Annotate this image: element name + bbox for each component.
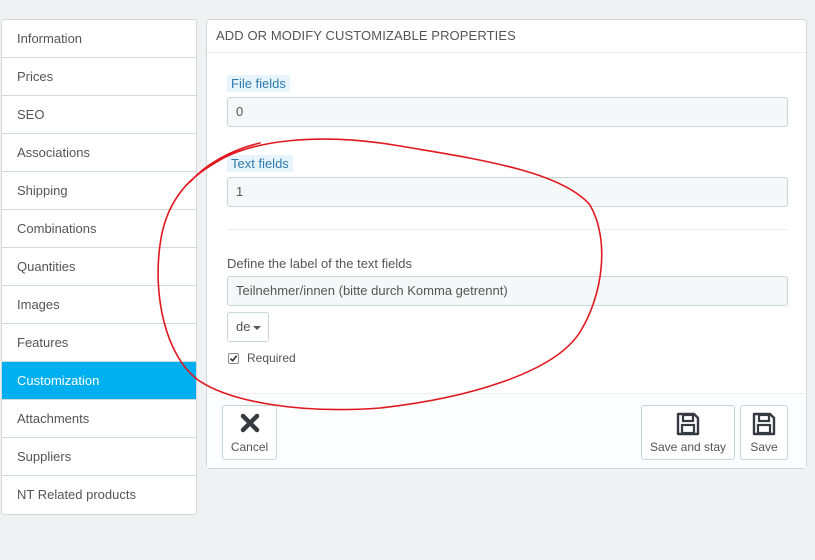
- sidebar-item-suppliers[interactable]: Suppliers: [2, 438, 196, 476]
- required-checkbox[interactable]: [228, 353, 239, 364]
- sidebar-item-combinations[interactable]: Combinations: [2, 210, 196, 248]
- language-value: de: [236, 319, 251, 334]
- save-label: Save: [750, 440, 778, 454]
- caret-down-icon: [253, 325, 262, 330]
- floppy-disk-icon: [741, 412, 787, 440]
- panel-title: ADD OR MODIFY CUSTOMIZABLE PROPERTIES: [207, 20, 806, 53]
- language-dropdown[interactable]: de: [227, 312, 269, 342]
- sidebar-item-nt-related-products[interactable]: NT Related products: [2, 476, 196, 514]
- sidebar-item-features[interactable]: Features: [2, 324, 196, 362]
- cancel-label: Cancel: [230, 440, 269, 454]
- text-field-label-input[interactable]: Teilnehmer/innen (bitte durch Komma getr…: [227, 276, 788, 306]
- product-tabs-sidebar: Information Prices SEO Associations Ship…: [1, 19, 197, 515]
- sidebar-item-associations[interactable]: Associations: [2, 134, 196, 172]
- save-and-stay-label: Save and stay: [649, 440, 727, 454]
- sidebar-item-information[interactable]: Information: [2, 20, 196, 58]
- cancel-button[interactable]: Cancel: [222, 405, 277, 460]
- save-button[interactable]: Save: [740, 405, 788, 460]
- text-fields-input[interactable]: 1: [227, 177, 788, 207]
- sidebar-item-attachments[interactable]: Attachments: [2, 400, 196, 438]
- floppy-disk-icon: [642, 412, 734, 440]
- required-label: Required: [247, 351, 296, 365]
- close-icon: [223, 412, 276, 440]
- text-field-label-heading: Define the label of the text fields: [227, 256, 413, 271]
- sidebar-item-customization[interactable]: Customization: [2, 362, 196, 400]
- sidebar-item-images[interactable]: Images: [2, 286, 196, 324]
- sidebar-item-shipping[interactable]: Shipping: [2, 172, 196, 210]
- sidebar-item-prices[interactable]: Prices: [2, 58, 196, 96]
- file-fields-label: File fields: [227, 75, 290, 92]
- checkmark-icon: [229, 355, 238, 363]
- sidebar-item-quantities[interactable]: Quantities: [2, 248, 196, 286]
- divider: [227, 229, 788, 230]
- customization-panel: ADD OR MODIFY CUSTOMIZABLE PROPERTIES Fi…: [206, 19, 807, 469]
- sidebar-item-seo[interactable]: SEO: [2, 96, 196, 134]
- save-and-stay-button[interactable]: Save and stay: [641, 405, 735, 460]
- panel-footer: Cancel Save and stay Save: [207, 393, 806, 468]
- file-fields-input[interactable]: 0: [227, 97, 788, 127]
- text-fields-label: Text fields: [227, 155, 293, 172]
